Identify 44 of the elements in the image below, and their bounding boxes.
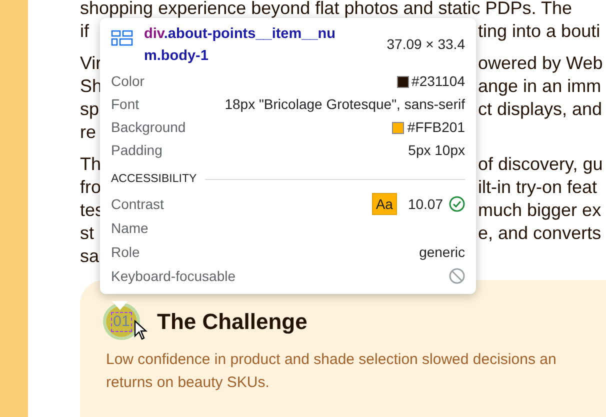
contrast-ratio: 10.07 bbox=[408, 194, 443, 214]
body-text: ilt-in try-on feat bbox=[478, 176, 598, 199]
property-value: 5px 10px bbox=[408, 141, 465, 160]
color-swatch bbox=[392, 122, 404, 134]
body-text: e, and converts bbox=[478, 222, 602, 245]
property-label: Color bbox=[111, 72, 144, 91]
body-text: Th bbox=[80, 154, 102, 174]
card-title: The Challenge bbox=[157, 308, 308, 336]
body-text: fro bbox=[80, 177, 102, 197]
tooltip-pointer-icon bbox=[112, 301, 128, 310]
body-text: Vir bbox=[80, 53, 102, 73]
body-text: owered by Web bbox=[478, 52, 603, 75]
body-text: ct displays, and bbox=[478, 98, 602, 121]
property-label: Keyboard-focusable bbox=[111, 266, 236, 286]
property-value: generic bbox=[419, 242, 465, 262]
property-label: Background bbox=[111, 118, 186, 137]
element-size: 37.09 × 33.4 bbox=[386, 35, 465, 54]
property-value: #231104 bbox=[412, 72, 465, 91]
body-text: st bbox=[80, 223, 94, 243]
body-text: ange in an imm bbox=[478, 75, 602, 98]
body-text: if bbox=[80, 21, 89, 41]
card-description: returns on beauty SKUs. bbox=[106, 373, 270, 393]
element-selector: div.about-points__item__num.body-1 bbox=[144, 25, 336, 66]
number-badge: 01 bbox=[106, 306, 137, 337]
property-value: 18px "Bricolage Grotesque", sans-serif bbox=[224, 95, 465, 114]
property-label: Role bbox=[111, 242, 140, 262]
section-heading: ACCESSIBILITY bbox=[111, 172, 197, 187]
property-label: Name bbox=[111, 218, 148, 238]
body-text: much bigger ex bbox=[478, 199, 602, 222]
property-label: Contrast bbox=[111, 194, 164, 214]
body-text: sa bbox=[80, 246, 100, 266]
property-label: Font bbox=[111, 95, 140, 114]
card-description: Low confidence in product and shade selection slowed decisions an bbox=[106, 350, 558, 370]
layout-grid-icon bbox=[111, 30, 133, 46]
cursor-icon bbox=[134, 320, 148, 340]
body-text: sp bbox=[80, 99, 100, 119]
color-swatch bbox=[396, 76, 409, 88]
body-text: shopping experience beyond flat photos and static PDPs. The bbox=[80, 0, 572, 18]
property-label: Padding bbox=[111, 141, 162, 160]
body-text: of discovery, gu bbox=[478, 153, 603, 176]
property-value: #FFB201 bbox=[407, 118, 465, 137]
contrast-sample: Aa bbox=[372, 193, 397, 216]
body-text: ting into a bouti bbox=[478, 20, 600, 43]
body-text: re bbox=[80, 122, 96, 142]
